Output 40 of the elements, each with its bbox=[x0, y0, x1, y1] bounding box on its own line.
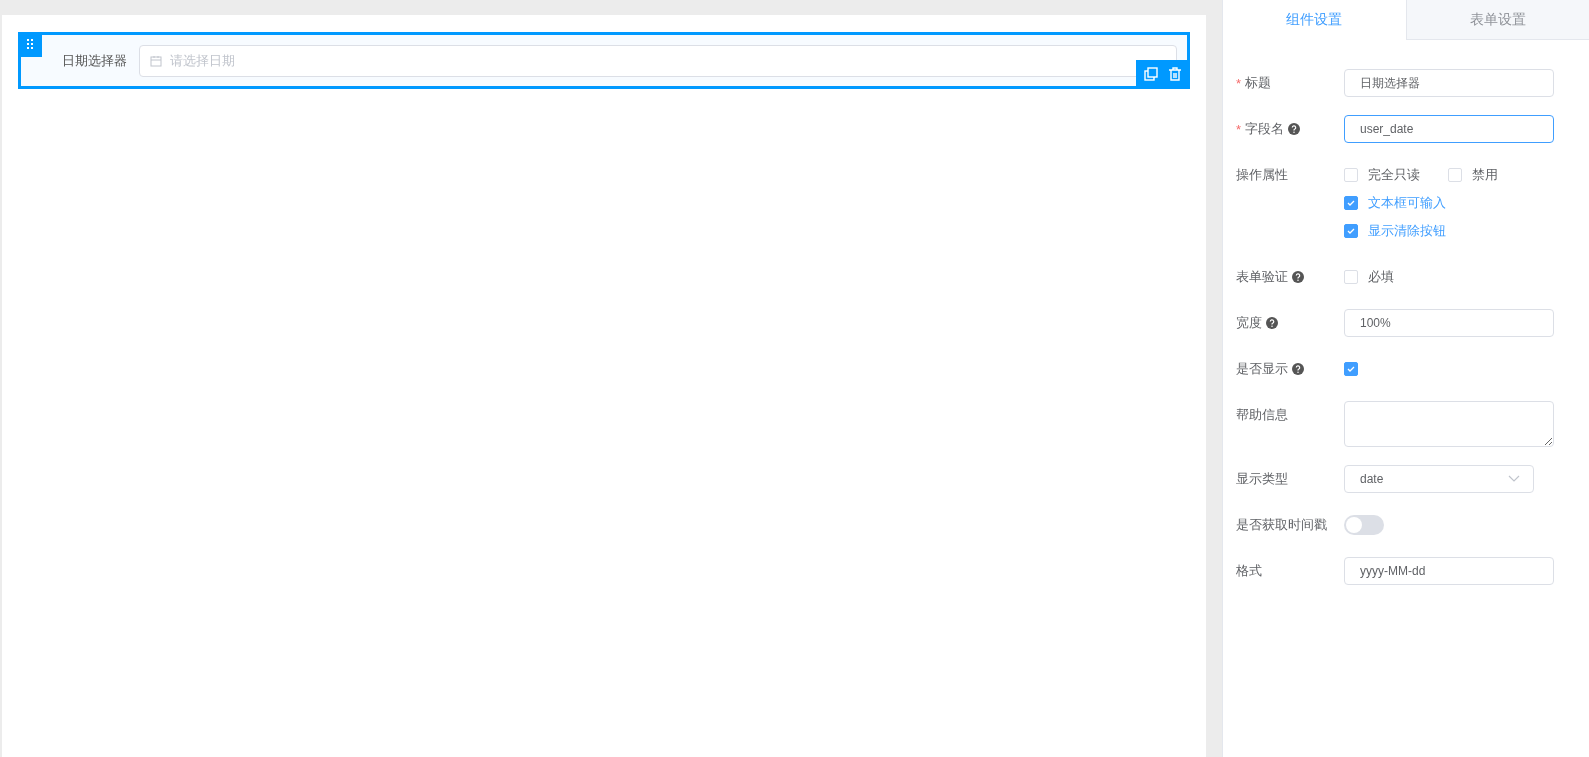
calendar-icon bbox=[150, 54, 162, 67]
property-label: 操作属性 bbox=[1236, 166, 1288, 184]
help-icon[interactable] bbox=[1266, 317, 1278, 329]
check-icon bbox=[1346, 364, 1356, 374]
checkbox[interactable] bbox=[1344, 224, 1358, 238]
required-asterisk: * bbox=[1236, 75, 1242, 91]
checkbox-option[interactable]: 完全只读 bbox=[1344, 166, 1420, 184]
field-label: 日期选择器 bbox=[61, 51, 128, 70]
text-field[interactable]: yyyy-MM-dd bbox=[1344, 557, 1554, 585]
checkbox[interactable] bbox=[1344, 196, 1358, 210]
check-icon bbox=[1346, 226, 1356, 236]
text-field[interactable]: 日期选择器 bbox=[1344, 69, 1554, 97]
property-label: 是否获取时间戳 bbox=[1236, 516, 1327, 534]
text-field[interactable]: user_date bbox=[1344, 115, 1554, 143]
chevron-down-icon bbox=[1508, 475, 1520, 483]
check-icon bbox=[1346, 198, 1356, 208]
drag-handle-icon[interactable] bbox=[18, 32, 42, 57]
textarea-field[interactable] bbox=[1344, 401, 1554, 447]
property-label: 格式 bbox=[1236, 562, 1262, 580]
date-picker-widget[interactable]: 日期选择器 请选择日期 bbox=[18, 32, 1190, 89]
required-asterisk: * bbox=[1236, 121, 1242, 137]
checkbox[interactable] bbox=[1344, 362, 1358, 376]
select-field[interactable]: date bbox=[1344, 465, 1534, 493]
property-label: 表单验证 bbox=[1236, 268, 1288, 286]
property-label: 字段名 bbox=[1245, 120, 1285, 138]
help-icon[interactable] bbox=[1288, 123, 1301, 135]
property-label: 标题 bbox=[1245, 74, 1272, 92]
toggle-switch[interactable] bbox=[1344, 515, 1384, 535]
checkbox-option[interactable]: 禁用 bbox=[1448, 166, 1498, 184]
property-label: 显示类型 bbox=[1236, 470, 1288, 488]
property-label: 帮助信息 bbox=[1236, 406, 1288, 424]
help-icon[interactable] bbox=[1292, 271, 1304, 283]
property-label: 是否显示 bbox=[1236, 360, 1288, 378]
help-icon[interactable] bbox=[1292, 363, 1304, 375]
copy-icon[interactable] bbox=[1144, 67, 1158, 81]
delete-icon[interactable] bbox=[1168, 67, 1182, 81]
checkbox-option[interactable]: 必填 bbox=[1344, 268, 1394, 286]
text-field[interactable]: 100% bbox=[1344, 309, 1554, 337]
property-label: 宽度 bbox=[1236, 314, 1262, 332]
date-input[interactable]: 请选择日期 bbox=[139, 44, 1177, 77]
